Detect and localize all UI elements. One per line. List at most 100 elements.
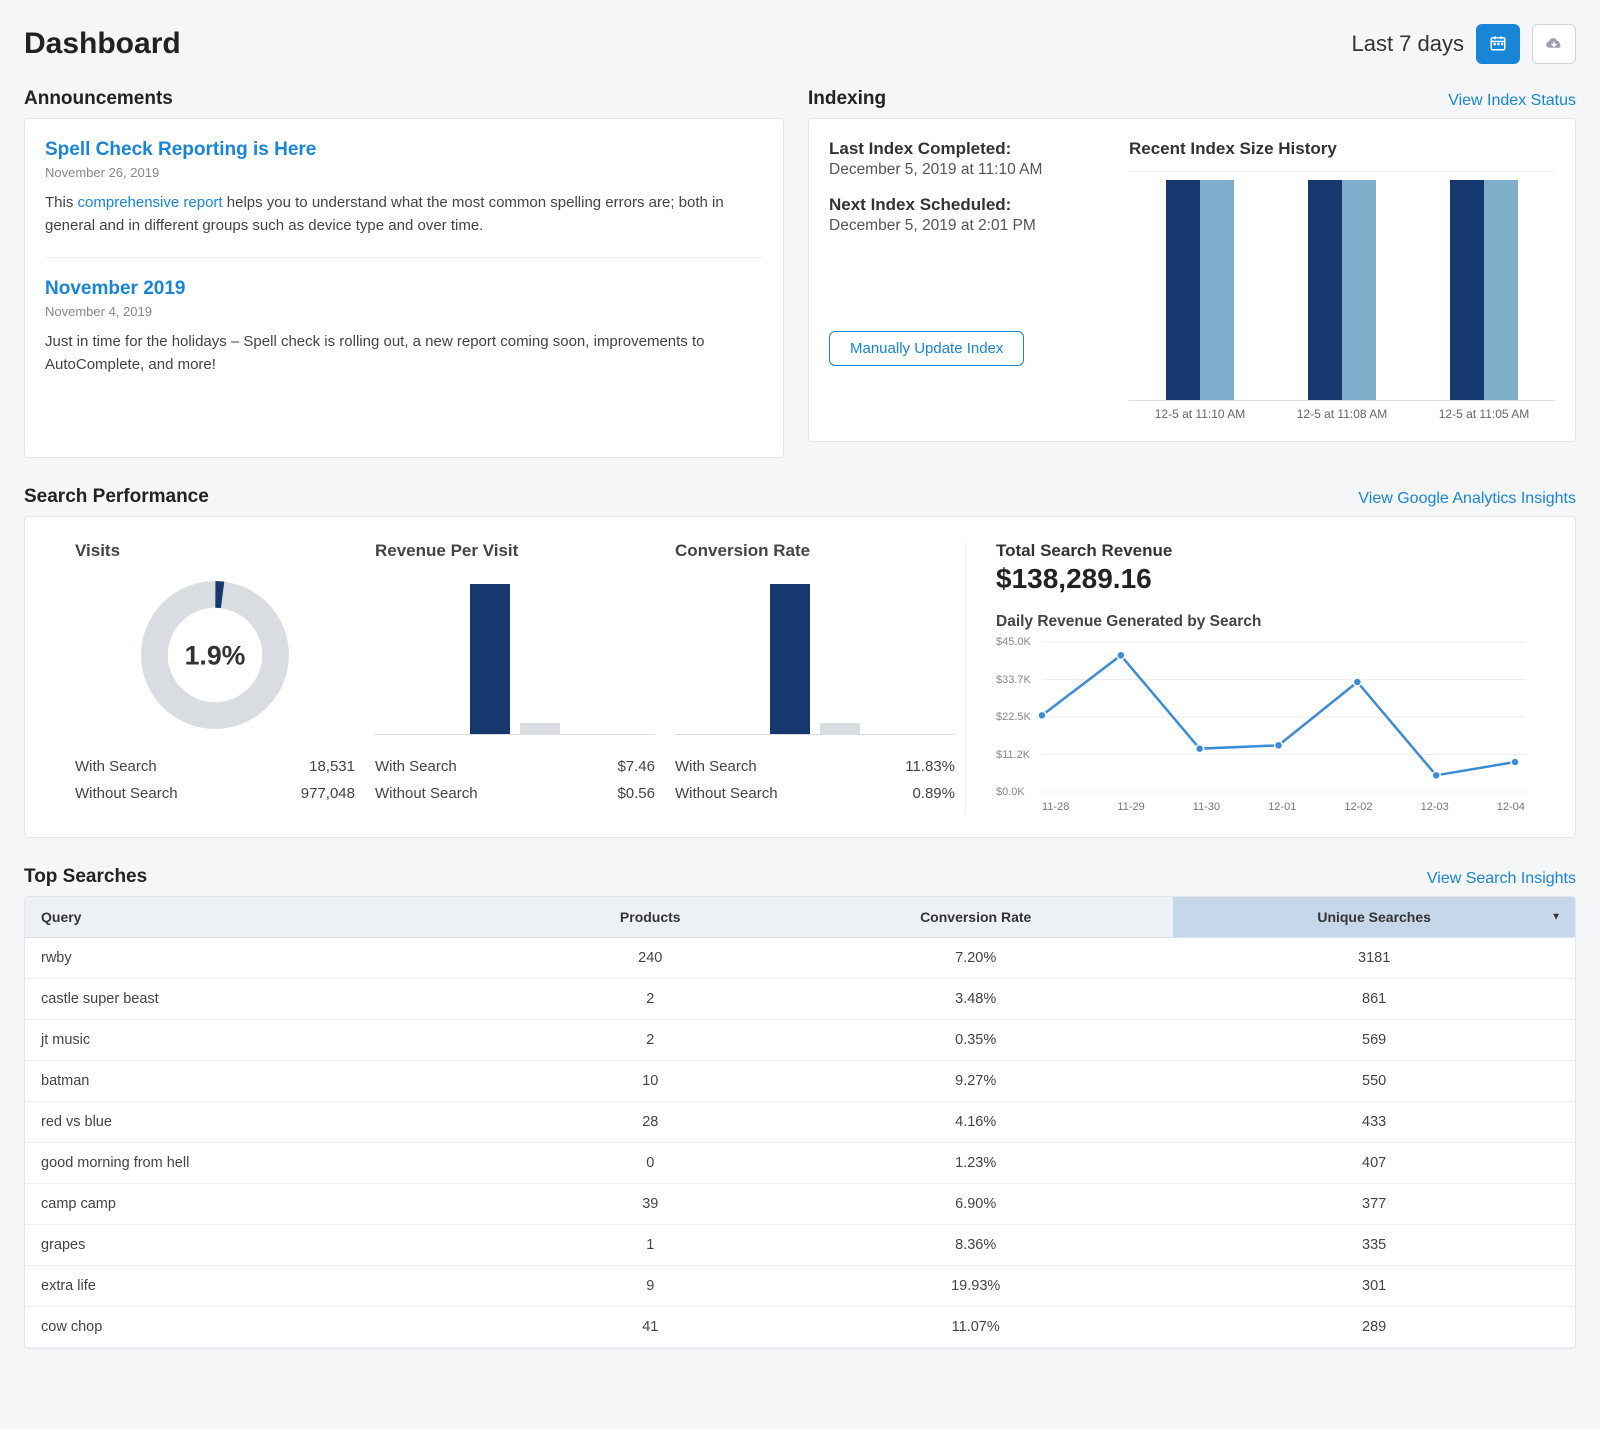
sort-desc-icon: ▼ — [1551, 912, 1561, 923]
download-button[interactable] — [1532, 24, 1576, 64]
view-ga-insights-link[interactable]: View Google Analytics Insights — [1358, 490, 1576, 508]
table-row[interactable]: camp camp396.90%377 — [25, 1184, 1575, 1225]
visits-without-label: Without Search — [75, 785, 178, 802]
total-revenue-value: $138,289.16 — [996, 563, 1525, 595]
table-cell-unique: 569 — [1173, 1020, 1575, 1061]
index-bar — [1450, 180, 1484, 400]
table-cell-products: 10 — [522, 1061, 778, 1102]
manually-update-index-button[interactable]: Manually Update Index — [829, 331, 1024, 366]
ytick-label: $45.0K — [996, 636, 1031, 648]
top-searches-table-card: Query Products Conversion Rate Unique Se… — [24, 896, 1576, 1349]
calendar-icon — [1489, 34, 1507, 55]
index-history-chart — [1129, 171, 1555, 401]
table-cell-cvr: 1.23% — [778, 1143, 1173, 1184]
top-searches-table: Query Products Conversion Rate Unique Se… — [25, 897, 1575, 1348]
daily-revenue-line-chart: $0.0K$11.2K$22.5K$33.7K$45.0K — [996, 637, 1525, 797]
calendar-button[interactable] — [1476, 24, 1520, 64]
last-index-label: Last Index Completed: — [829, 139, 1109, 159]
table-cell-unique: 433 — [1173, 1102, 1575, 1143]
table-cell-query: extra life — [25, 1266, 522, 1307]
date-range-label: Last 7 days — [1351, 31, 1464, 57]
col-query[interactable]: Query — [25, 897, 522, 938]
announcement-title-link[interactable]: November 2019 — [45, 278, 763, 300]
table-cell-cvr: 4.16% — [778, 1102, 1173, 1143]
table-row[interactable]: good morning from hell01.23%407 — [25, 1143, 1575, 1184]
announcement-inline-link[interactable]: comprehensive report — [78, 194, 223, 211]
view-search-insights-link[interactable]: View Search Insights — [1427, 870, 1576, 888]
table-row[interactable]: jt music20.35%569 — [25, 1020, 1575, 1061]
announcement-title-link[interactable]: Spell Check Reporting is Here — [45, 139, 763, 161]
xtick-label: 12-04 — [1497, 801, 1525, 813]
search-performance-card: Visits 1.9% With Search18,531 Without Se… — [24, 516, 1576, 838]
table-cell-unique: 550 — [1173, 1061, 1575, 1102]
cvr-bar — [770, 584, 810, 734]
table-row[interactable]: extra life919.93%301 — [25, 1266, 1575, 1307]
visits-with-value: 18,531 — [309, 758, 355, 775]
table-cell-cvr: 7.20% — [778, 938, 1173, 979]
table-cell-products: 240 — [522, 938, 778, 979]
announcement-date: November 4, 2019 — [45, 304, 763, 319]
table-row[interactable]: red vs blue284.16%433 — [25, 1102, 1575, 1143]
table-cell-unique: 335 — [1173, 1225, 1575, 1266]
xtick-label: 11-30 — [1193, 801, 1220, 813]
indexing-card: Last Index Completed: December 5, 2019 a… — [808, 118, 1576, 442]
top-searches-title: Top Searches — [24, 866, 147, 888]
visits-without-value: 977,048 — [301, 785, 355, 802]
announcement-item: November 2019 November 4, 2019 Just in t… — [45, 278, 763, 376]
table-cell-cvr: 0.35% — [778, 1020, 1173, 1061]
index-bar — [1200, 180, 1234, 400]
index-bar — [1342, 180, 1376, 400]
rpv-without-label: Without Search — [375, 785, 478, 802]
table-cell-query: cow chop — [25, 1307, 522, 1348]
table-cell-cvr: 9.27% — [778, 1061, 1173, 1102]
xtick-label: 11-28 — [1042, 801, 1069, 813]
index-xlabel: 12-5 at 11:10 AM — [1140, 407, 1260, 421]
table-cell-cvr: 11.07% — [778, 1307, 1173, 1348]
rpv-with-label: With Search — [375, 758, 457, 775]
cvr-without-label: Without Search — [675, 785, 778, 802]
table-cell-products: 1 — [522, 1225, 778, 1266]
announcements-card: Spell Check Reporting is Here November 2… — [24, 118, 784, 458]
total-revenue-title: Total Search Revenue — [996, 541, 1525, 561]
table-row[interactable]: batman109.27%550 — [25, 1061, 1575, 1102]
table-cell-query: good morning from hell — [25, 1143, 522, 1184]
table-cell-products: 2 — [522, 979, 778, 1020]
page-title: Dashboard — [24, 27, 181, 61]
announcement-text: Just in time for the holidays – Spell ch… — [45, 333, 704, 373]
xtick-label: 12-01 — [1268, 801, 1296, 813]
table-cell-unique: 407 — [1173, 1143, 1575, 1184]
table-row[interactable]: castle super beast23.48%861 — [25, 979, 1575, 1020]
table-cell-unique: 861 — [1173, 979, 1575, 1020]
col-conversion-rate[interactable]: Conversion Rate — [778, 897, 1173, 938]
divider — [45, 257, 763, 258]
table-cell-products: 2 — [522, 1020, 778, 1061]
table-cell-unique: 377 — [1173, 1184, 1575, 1225]
table-cell-products: 39 — [522, 1184, 778, 1225]
ytick-label: $0.0K — [996, 786, 1025, 798]
view-index-status-link[interactable]: View Index Status — [1448, 92, 1576, 110]
index-bar — [1166, 180, 1200, 400]
table-row[interactable]: cow chop4111.07%289 — [25, 1307, 1575, 1348]
table-cell-query: rwby — [25, 938, 522, 979]
announcement-text: This — [45, 194, 78, 211]
col-products[interactable]: Products — [522, 897, 778, 938]
cvr-with-value: 11.83% — [905, 758, 955, 775]
announcements-title: Announcements — [24, 88, 173, 110]
next-index-label: Next Index Scheduled: — [829, 195, 1109, 215]
table-cell-cvr: 8.36% — [778, 1225, 1173, 1266]
indexing-title: Indexing — [808, 88, 886, 110]
col-unique-searches[interactable]: Unique Searches▼ — [1173, 897, 1575, 938]
table-row[interactable]: grapes18.36%335 — [25, 1225, 1575, 1266]
table-row[interactable]: rwby2407.20%3181 — [25, 938, 1575, 979]
announcement-date: November 26, 2019 — [45, 165, 763, 180]
index-xlabel: 12-5 at 11:05 AM — [1424, 407, 1544, 421]
xtick-label: 11-29 — [1117, 801, 1144, 813]
announcement-body: Just in time for the holidays – Spell ch… — [45, 331, 763, 376]
index-bar — [1484, 180, 1518, 400]
svg-text:1.9%: 1.9% — [185, 641, 246, 671]
table-cell-products: 41 — [522, 1307, 778, 1348]
xtick-label: 12-03 — [1421, 801, 1449, 813]
xtick-label: 12-02 — [1344, 801, 1372, 813]
table-cell-query: red vs blue — [25, 1102, 522, 1143]
cvr-bar-chart — [675, 575, 955, 735]
